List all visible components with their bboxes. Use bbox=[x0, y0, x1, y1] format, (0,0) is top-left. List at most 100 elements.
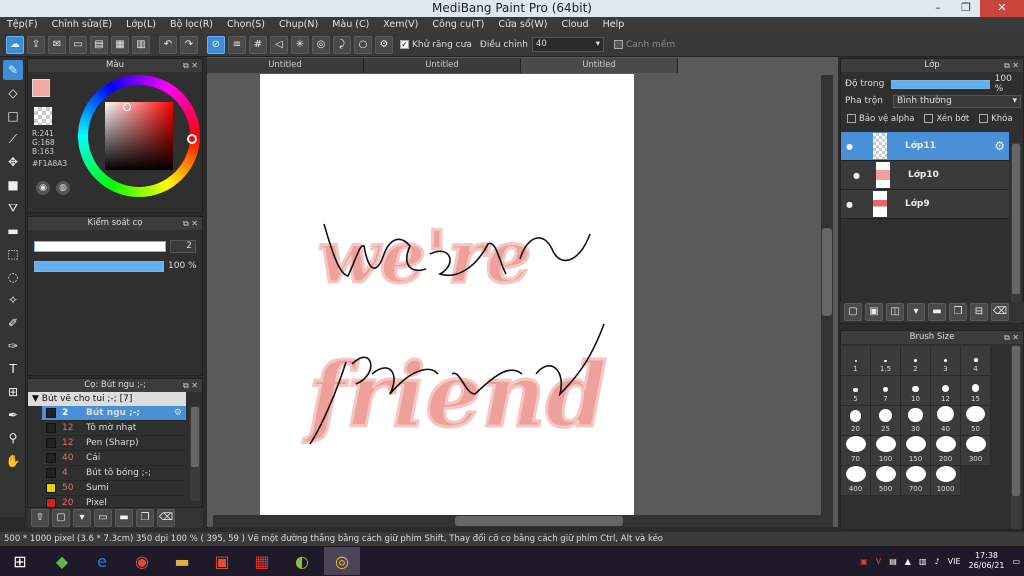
brush-size-cell[interactable]: 2 bbox=[901, 346, 931, 376]
layer-list-scrollbar[interactable] bbox=[1011, 143, 1021, 323]
chat-icon[interactable]: ▭ bbox=[69, 35, 87, 54]
brush-list-item[interactable]: 40 Cái bbox=[42, 451, 186, 466]
hand-tool-icon[interactable]: ✋ bbox=[3, 451, 23, 471]
brush-list-item[interactable]: 12 Pen (Sharp) bbox=[42, 436, 186, 451]
hue-ring[interactable] bbox=[78, 75, 200, 197]
minimize-button[interactable]: – bbox=[924, 0, 952, 17]
grid-icon[interactable]: ▥ bbox=[132, 35, 150, 54]
palette-add-icon[interactable]: ◍ bbox=[56, 181, 70, 195]
protect-alpha-checkbox[interactable]: Bảo vệ alpha bbox=[847, 114, 914, 124]
windows-start-icon[interactable]: ⊞ bbox=[0, 547, 40, 575]
curve-snap-icon[interactable]: ⤸ bbox=[333, 35, 351, 54]
layer-opacity-slider[interactable] bbox=[890, 79, 990, 89]
menu-edit[interactable]: Chỉnh sửa(E) bbox=[45, 17, 120, 33]
brush-size-cell[interactable]: 1000 bbox=[931, 466, 961, 496]
brush-size-cell[interactable]: 20 bbox=[841, 406, 871, 436]
pages-icon[interactable]: ▦ bbox=[111, 35, 129, 54]
brush-folder-icon[interactable]: ▬ bbox=[115, 509, 133, 527]
menu-snap[interactable]: Chụp(N) bbox=[272, 17, 325, 33]
menu-filter[interactable]: Bộ lọc(R) bbox=[163, 17, 220, 33]
app-red-icon[interactable]: ▣ bbox=[204, 547, 240, 575]
brush-size-cell[interactable]: 50 bbox=[961, 406, 991, 436]
undo-icon[interactable]: ↶ bbox=[159, 35, 177, 54]
browser-e-icon[interactable]: e bbox=[84, 547, 120, 575]
medibang-taskbar-icon[interactable]: ◎ bbox=[324, 547, 360, 575]
brush-size-cell[interactable]: 1.5 bbox=[871, 346, 901, 376]
eraser-tool-icon[interactable]: ◇ bbox=[3, 83, 23, 103]
canvas-vertical-thumb[interactable] bbox=[822, 228, 832, 316]
layer-row-11[interactable]: ● Lớp11 ⚙ bbox=[841, 132, 1009, 161]
folder-icon[interactable]: ▬ bbox=[164, 547, 200, 575]
add-layer-menu-icon[interactable]: ▾ bbox=[907, 303, 925, 321]
brush-tool-icon[interactable]: ✎ bbox=[3, 60, 23, 80]
volume-icon[interactable]: ♪ bbox=[935, 557, 940, 566]
comment-icon[interactable]: ✉ bbox=[48, 35, 66, 54]
brush-size-cell[interactable]: 3 bbox=[931, 346, 961, 376]
brush-size-slider[interactable] bbox=[34, 241, 166, 252]
language-indicator[interactable]: VIE bbox=[948, 557, 961, 566]
lock-checkbox[interactable]: Khóa bbox=[979, 114, 1013, 124]
bucket-tool-icon[interactable]: ⛛ bbox=[3, 198, 23, 218]
menu-tools[interactable]: Công cụ(T) bbox=[425, 17, 491, 33]
close-button[interactable]: ✕ bbox=[980, 0, 1024, 17]
transparent-swatch[interactable] bbox=[34, 107, 52, 125]
eyedropper-icon[interactable]: ✒ bbox=[3, 405, 23, 425]
network-icon[interactable]: ▥ bbox=[919, 557, 927, 566]
notification-icon[interactable]: ▭ bbox=[1012, 557, 1020, 566]
brush-opacity-slider[interactable] bbox=[34, 261, 164, 272]
brush-size-cell[interactable]: 200 bbox=[931, 436, 961, 466]
menu-select[interactable]: Chọn(S) bbox=[220, 17, 272, 33]
brush-size-cell[interactable]: 30 bbox=[901, 406, 931, 436]
tray-v-icon[interactable]: V bbox=[876, 557, 881, 566]
brush-size-scrollbar[interactable] bbox=[1011, 345, 1021, 529]
page-icon[interactable]: ▤ bbox=[90, 35, 108, 54]
foreground-color-swatch[interactable] bbox=[32, 79, 50, 97]
canvas-horizontal-thumb[interactable] bbox=[455, 516, 623, 526]
eye-icon[interactable]: ● bbox=[853, 171, 860, 180]
line-tool-icon[interactable]: ⟋ bbox=[3, 129, 23, 149]
brush-size-cell[interactable]: 40 bbox=[931, 406, 961, 436]
blend-mode-select[interactable]: Bình thường ▾ bbox=[893, 94, 1021, 108]
panel-close-icon[interactable]: ⧉ ✕ bbox=[183, 59, 198, 72]
merge-layer-icon[interactable]: ⊟ bbox=[970, 303, 988, 321]
tray-flag-icon[interactable]: ▣ bbox=[860, 557, 868, 566]
clip-checkbox[interactable]: Xén bớt bbox=[924, 114, 969, 124]
tab-untitled-3[interactable]: Untitled bbox=[521, 58, 678, 73]
brush-list-item[interactable]: 2 Bút ngu ;-; ⚙ bbox=[42, 406, 186, 421]
smooth-guide-checkbox[interactable]: Canh mềm bbox=[613, 39, 675, 50]
menu-layer[interactable]: Lớp(L) bbox=[119, 17, 163, 33]
tray-show-icon[interactable]: ▲ bbox=[905, 557, 911, 566]
eye-icon[interactable]: ● bbox=[846, 200, 853, 209]
fill-rect-tool-icon[interactable]: ■ bbox=[3, 175, 23, 195]
panel-close-icon[interactable]: ⧉ ✕ bbox=[183, 217, 198, 230]
menu-cloud[interactable]: Cloud bbox=[554, 17, 595, 33]
move-tool-icon[interactable]: ✥ bbox=[3, 152, 23, 172]
brush-menu-icon[interactable]: ▾ bbox=[73, 509, 91, 527]
sv-picker-handle[interactable] bbox=[123, 103, 131, 111]
duplicate-layer-icon[interactable]: ❐ bbox=[949, 303, 967, 321]
layer-row-10[interactable]: ● Lớp10 bbox=[841, 161, 1009, 190]
brush-size-cell[interactable]: 5 bbox=[841, 376, 871, 406]
new-layer-icon[interactable]: ▢ bbox=[844, 303, 862, 321]
parallel-snap-icon[interactable]: ≡ bbox=[228, 35, 246, 54]
chrome-icon[interactable]: ◉ bbox=[124, 547, 160, 575]
menu-help[interactable]: Help bbox=[596, 17, 632, 33]
brush-size-cell[interactable]: 25 bbox=[871, 406, 901, 436]
brush-size-cell[interactable]: 12 bbox=[931, 376, 961, 406]
brush-group-header[interactable]: ▼ Bút vẽ cho tui ;-; [7] bbox=[28, 392, 186, 406]
brush-add-icon[interactable]: ⇧ bbox=[31, 509, 49, 527]
saturation-square[interactable] bbox=[105, 102, 173, 170]
select-tool-icon[interactable]: ⬚ bbox=[3, 244, 23, 264]
dot-tool-icon[interactable]: □ bbox=[3, 106, 23, 126]
radial-snap-icon[interactable]: ✳ bbox=[291, 35, 309, 54]
brush-size-cell[interactable]: 500 bbox=[871, 466, 901, 496]
clock[interactable]: 17:38 26/06/21 bbox=[969, 551, 1005, 571]
brush-list-scrollbar[interactable] bbox=[190, 406, 200, 501]
brush-size-cell[interactable]: 70 bbox=[841, 436, 871, 466]
panel-close-icon[interactable]: ⧉ ✕ bbox=[183, 379, 198, 392]
tab-untitled-1[interactable]: Untitled bbox=[207, 58, 364, 73]
brush-list-item[interactable]: 12 Tô mờ nhạt bbox=[42, 421, 186, 436]
new-8bit-layer-icon[interactable]: ◫ bbox=[886, 303, 904, 321]
adjust-select[interactable]: 40 ▾ bbox=[531, 37, 604, 52]
brush-size-cell[interactable]: 700 bbox=[901, 466, 931, 496]
